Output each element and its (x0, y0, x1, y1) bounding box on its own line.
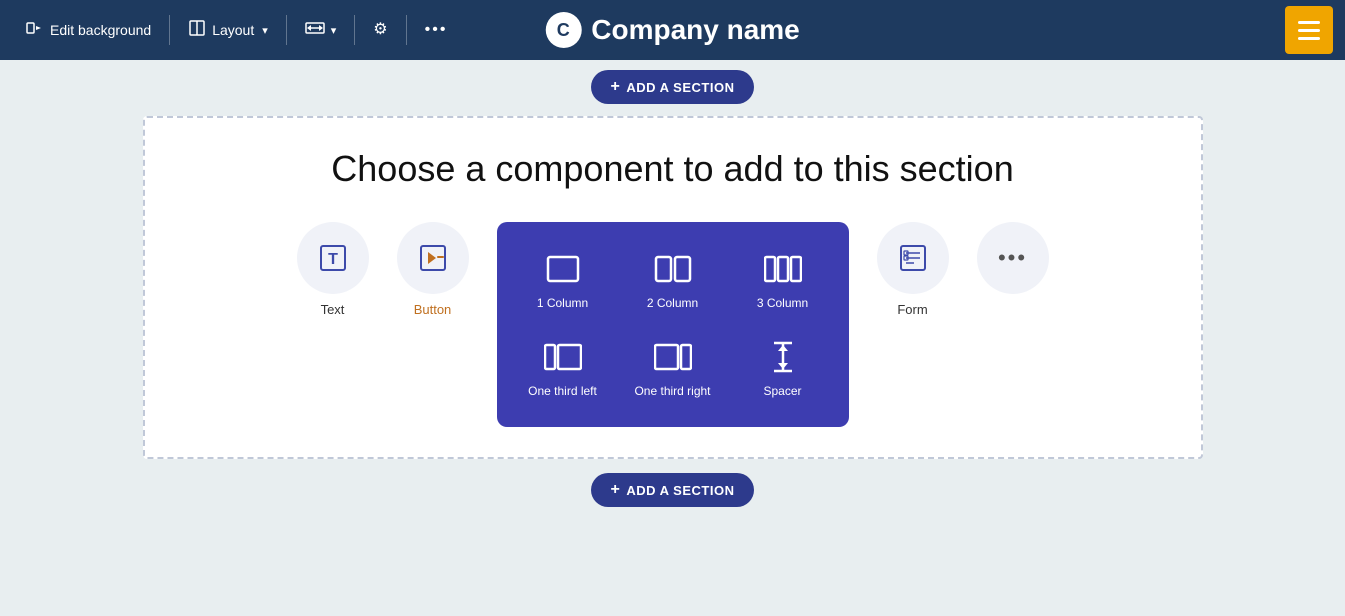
component-item-more[interactable]: ••• (977, 222, 1049, 294)
more-dots-icon: ••• (998, 245, 1027, 271)
toolbar: Edit background Layout ▾ (0, 0, 1345, 60)
layout-label: Layout (212, 22, 254, 38)
layout-item-spacer[interactable]: Spacer (733, 330, 833, 408)
layout-button[interactable]: Layout ▾ (174, 11, 282, 49)
settings-button[interactable]: ⚙ (359, 14, 401, 46)
edit-background-icon (26, 19, 44, 41)
more-options-button[interactable]: ••• (411, 13, 462, 47)
divider-2 (286, 15, 287, 45)
divider-1 (169, 15, 170, 45)
hamburger-line-2 (1298, 29, 1320, 32)
one-third-left-label: One third left (528, 384, 597, 400)
spacer-label: Spacer (763, 384, 801, 400)
add-section-top-label: ADD A SECTION (626, 80, 734, 95)
two-column-label: 2 Column (647, 296, 698, 312)
add-section-bottom-label: ADD A SECTION (626, 483, 734, 498)
layout-item-one-third-left[interactable]: One third left (513, 330, 613, 408)
component-item-text[interactable]: T Text (297, 222, 369, 317)
component-item-form[interactable]: Form (877, 222, 949, 317)
layout-dropdown: 1 Column 2 Column (497, 222, 849, 427)
layout-icon (188, 19, 206, 41)
two-column-icon (649, 250, 697, 288)
edit-background-label: Edit background (50, 22, 151, 38)
spacer-icon (759, 338, 807, 376)
component-item-button[interactable]: Button (397, 222, 469, 317)
align-icon (305, 19, 325, 41)
three-column-label: 3 Column (757, 296, 808, 312)
one-third-right-icon (649, 338, 697, 376)
layout-chevron-icon: ▾ (262, 24, 268, 37)
one-column-label: 1 Column (537, 296, 588, 312)
form-component-icon (877, 222, 949, 294)
layout-item-2-column[interactable]: 2 Column (623, 242, 723, 320)
layout-item-one-third-right[interactable]: One third right (623, 330, 723, 408)
three-column-icon (759, 250, 807, 288)
company-name: Company name (591, 14, 800, 46)
text-component-icon: T (297, 222, 369, 294)
one-column-icon (539, 250, 587, 288)
button-component-icon (397, 222, 469, 294)
add-section-bottom-button[interactable]: + ADD A SECTION (591, 473, 755, 507)
main-area: + ADD A SECTION Choose a component to ad… (0, 60, 1345, 616)
align-chevron-icon: ▾ (331, 24, 337, 37)
layout-item-1-column[interactable]: 1 Column (513, 242, 613, 320)
section-container: Choose a component to add to this sectio… (143, 116, 1203, 459)
hamburger-line-1 (1298, 21, 1320, 24)
one-third-left-icon (539, 338, 587, 376)
layout-item-3-column[interactable]: 3 Column (733, 242, 833, 320)
add-section-bottom-plus-icon: + (611, 481, 621, 499)
form-component-label: Form (897, 302, 927, 317)
hamburger-line-3 (1298, 37, 1320, 40)
divider-4 (406, 15, 407, 45)
add-section-plus-icon: + (611, 78, 621, 96)
more-component-icon: ••• (977, 222, 1049, 294)
more-options-icon: ••• (425, 21, 448, 39)
align-button[interactable]: ▾ (291, 11, 351, 49)
company-header: C Company name (545, 0, 800, 60)
hamburger-button[interactable] (1285, 6, 1333, 54)
svg-text:T: T (328, 251, 338, 268)
component-row: T Text Button (165, 222, 1181, 427)
button-component-label: Button (414, 302, 452, 317)
text-component-label: Text (321, 302, 345, 317)
divider-3 (354, 15, 355, 45)
company-logo: C (545, 12, 581, 48)
toolbar-left: Edit background Layout ▾ (12, 11, 461, 49)
section-title: Choose a component to add to this sectio… (331, 148, 1013, 190)
one-third-right-label: One third right (634, 384, 710, 400)
settings-icon: ⚙ (373, 22, 387, 38)
add-section-top-button[interactable]: + ADD A SECTION (591, 70, 755, 104)
edit-background-button[interactable]: Edit background (12, 11, 165, 49)
